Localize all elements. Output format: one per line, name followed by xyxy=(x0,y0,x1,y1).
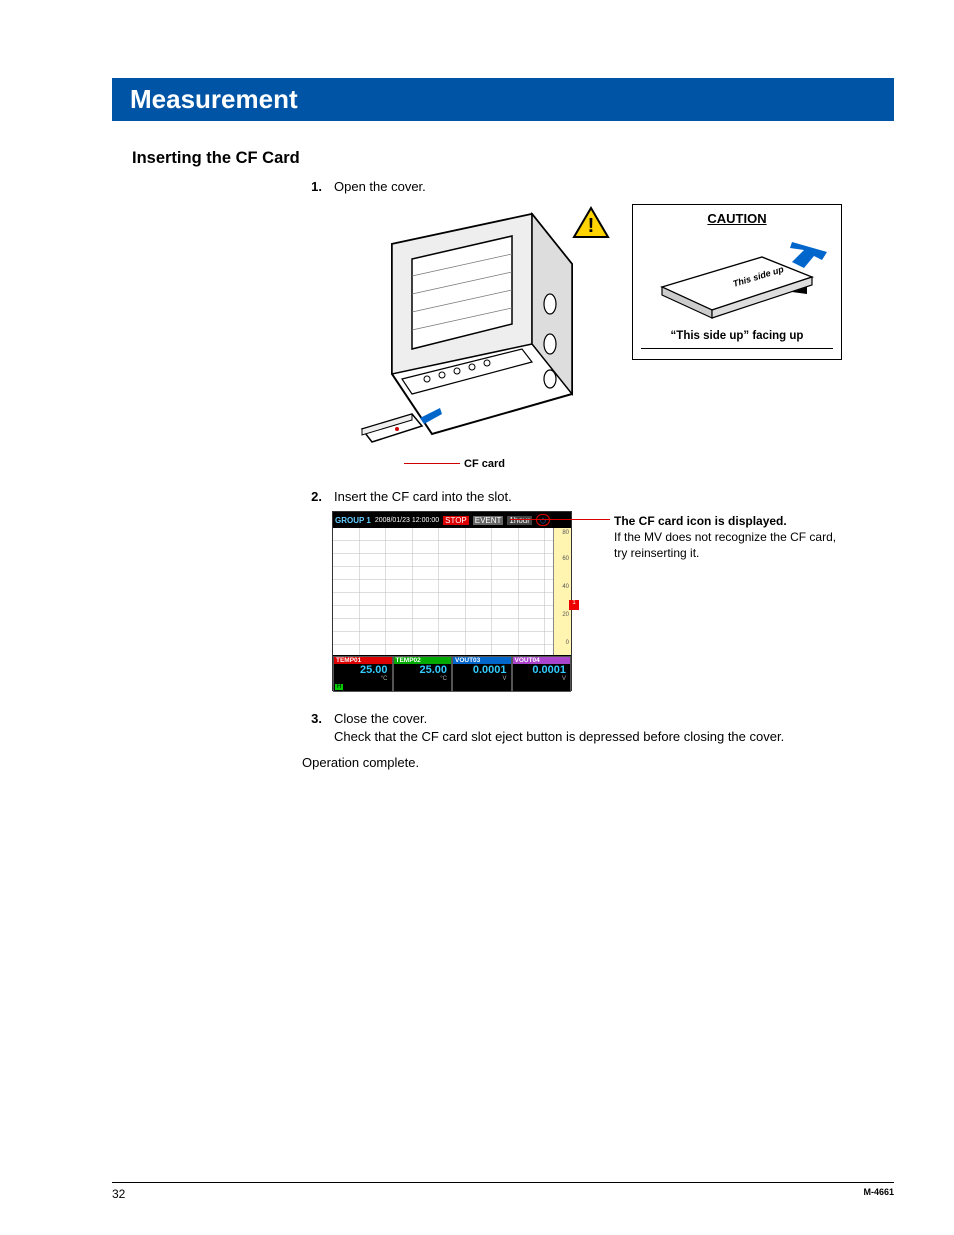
step-3: 3. Close the cover. Check that the CF ca… xyxy=(302,710,894,745)
cf-card-isometric: This side up xyxy=(641,232,833,322)
step-1-text: Open the cover. xyxy=(334,178,894,196)
step-3-number: 3. xyxy=(302,711,322,726)
step-2-number: 2. xyxy=(302,489,322,504)
ytick: 0 xyxy=(566,640,569,646)
caution-box: CAUTION This side up “This side up” faci… xyxy=(632,204,842,360)
step-1: 1. Open the cover. xyxy=(302,178,894,196)
ytick: 80 xyxy=(562,530,569,536)
reading-3: VOUT03 0.0001 V xyxy=(452,656,512,692)
figure-device-cfcard: CF card ! CAUTION This side up “This sid… xyxy=(332,204,842,474)
cf-card-label: CF card xyxy=(464,458,505,470)
annotation-leader-line xyxy=(510,519,610,520)
high-badge: H xyxy=(335,684,343,690)
alarm-indicator: 1 xyxy=(569,600,579,610)
reading-label: VOUT04 xyxy=(513,657,571,664)
step-2-text: Insert the CF card into the slot. xyxy=(334,488,894,506)
screen-group: GROUP 1 xyxy=(335,516,371,525)
step-1-number: 1. xyxy=(302,179,322,194)
screen-interval: 1hour xyxy=(507,516,531,525)
device-drawing xyxy=(332,204,602,474)
step-3-text: Close the cover. Check that the CF card … xyxy=(334,710,894,745)
reading-unit: °C xyxy=(334,676,392,682)
svg-text:!: ! xyxy=(588,215,595,237)
screen-event-badge: EVENT xyxy=(473,516,504,525)
reading-value: 0.0001 xyxy=(453,664,511,676)
page-footer: 32 M-4661 xyxy=(112,1182,894,1201)
device-screen: GROUP 1 2008/01/23 12:00:00 STOP EVENT 1… xyxy=(332,511,572,691)
reading-1: TEMP01 25.00 °C H xyxy=(333,656,393,692)
cf-card-icon: ◇ xyxy=(536,514,550,526)
caution-icon: ! xyxy=(572,206,610,240)
ytick: 20 xyxy=(562,612,569,618)
completion-text: Operation complete. xyxy=(302,755,894,770)
ytick: 60 xyxy=(562,556,569,562)
reading-label: TEMP02 xyxy=(394,657,452,664)
ytick: 40 xyxy=(562,584,569,590)
screen-stop-badge: STOP xyxy=(443,516,469,525)
step-2: 2. Insert the CF card into the slot. xyxy=(302,488,894,506)
document-number: M-4661 xyxy=(863,1187,894,1201)
reading-value: 25.00 xyxy=(394,664,452,676)
reading-4: VOUT04 0.0001 V xyxy=(512,656,572,692)
caution-heading: CAUTION xyxy=(641,211,833,226)
page-title: Measurement xyxy=(130,84,298,114)
screen-yaxis: 80 60 40 20 0 1 xyxy=(553,528,571,655)
reading-value: 25.00 xyxy=(334,664,392,676)
annotation-text: If the MV does not recognize the CF card… xyxy=(614,529,844,561)
reading-unit: °C xyxy=(394,676,452,682)
reading-unit: V xyxy=(453,676,511,682)
figure-screen: GROUP 1 2008/01/23 12:00:00 STOP EVENT 1… xyxy=(332,511,852,696)
caution-subtext: “This side up” facing up xyxy=(641,330,833,342)
step-3-line2: Check that the CF card slot eject button… xyxy=(334,729,784,744)
reading-unit: V xyxy=(513,676,571,682)
cf-card-leader-line xyxy=(404,463,460,464)
caution-divider xyxy=(641,348,833,349)
reading-2: TEMP02 25.00 °C xyxy=(393,656,453,692)
annotation-bold: The CF card icon is displayed. xyxy=(614,513,844,529)
page-title-bar: Measurement xyxy=(112,78,894,121)
reading-value: 0.0001 xyxy=(513,664,571,676)
screen-status-bar: GROUP 1 2008/01/23 12:00:00 STOP EVENT 1… xyxy=(333,512,571,528)
section-heading: Inserting the CF Card xyxy=(132,149,894,168)
reading-label: VOUT03 xyxy=(453,657,511,664)
screen-timestamp: 2008/01/23 12:00:00 xyxy=(375,517,439,524)
content-block: 1. Open the cover. xyxy=(302,178,894,745)
screen-grid: 80 60 40 20 0 1 xyxy=(333,528,571,656)
screen-annotation: The CF card icon is displayed. If the MV… xyxy=(614,513,844,562)
reading-label: TEMP01 xyxy=(334,657,392,664)
step-3-line1: Close the cover. xyxy=(334,711,427,726)
page-number: 32 xyxy=(112,1187,125,1201)
screen-readings: TEMP01 25.00 °C H TEMP02 25.00 °C VOUT03… xyxy=(333,656,571,692)
